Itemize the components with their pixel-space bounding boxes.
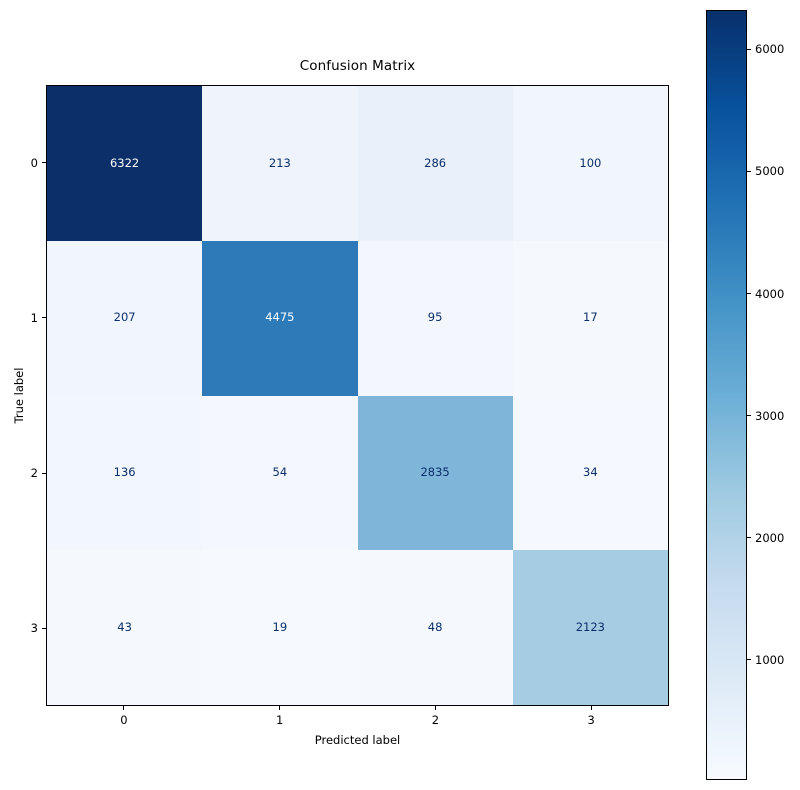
colorbar-tick-label: 3000 <box>755 408 785 423</box>
heatmap-cell: 2123 <box>512 550 668 705</box>
x-tick-label: 1 <box>275 713 284 727</box>
colorbar-tick-mark <box>747 48 751 50</box>
heatmap-cell: 34 <box>512 395 668 551</box>
x-tick-mark <box>279 706 281 710</box>
heatmap-grid: 6322 213 286 100 207 4475 95 17 136 54 2835 34 43 19 4… <box>47 86 668 705</box>
colorbar-tick-label: 4000 <box>755 286 785 301</box>
y-tick-label: 3 <box>30 621 38 636</box>
heatmap-cell-value: 286 <box>424 155 447 170</box>
colorbar-tick-label: 5000 <box>755 164 785 179</box>
heatmap-cell: 136 <box>47 395 203 551</box>
colorbar-tick-mark <box>747 170 751 172</box>
heatmap-cell: 4475 <box>202 240 358 396</box>
colorbar-tick-mark <box>747 293 751 295</box>
y-tick-label: 0 <box>30 155 38 170</box>
heatmap-cell-value: 207 <box>113 310 136 325</box>
y-tick-mark <box>42 472 46 474</box>
x-tick-mark <box>590 706 592 710</box>
y-tick-mark <box>42 162 46 164</box>
heatmap-cell: 54 <box>202 395 358 551</box>
x-tick-label: 2 <box>431 713 440 727</box>
heatmap-cell: 213 <box>202 86 358 241</box>
heatmap-cell: 17 <box>512 240 668 396</box>
x-axis-label: Predicted label <box>314 733 401 747</box>
x-tick-label: 0 <box>120 713 128 727</box>
heatmap-cell-value: 6322 <box>109 155 140 170</box>
x-tick-label: 3 <box>587 713 595 727</box>
colorbar-tick-mark <box>747 415 751 417</box>
y-tick-mark <box>42 627 46 629</box>
x-tick-mark <box>434 706 436 710</box>
heatmap-axes: 6322 213 286 100 207 4475 95 17 136 54 2835 34 43 19 4… <box>46 85 669 706</box>
colorbar-tick-mark <box>747 659 751 661</box>
confusion-matrix-figure: Confusion Matrix 6322 213 286 100 207 4475 95 1… <box>0 0 800 790</box>
colorbar-tick-label: 2000 <box>755 530 785 545</box>
heatmap-cell-value: 4475 <box>265 310 295 325</box>
colorbar-tick-label: 6000 <box>755 42 785 57</box>
heatmap-cell-value: 136 <box>113 465 136 480</box>
colorbar-gradient <box>707 11 746 779</box>
heatmap-cell: 2835 <box>357 395 513 551</box>
colorbar-tick-mark <box>747 537 751 539</box>
heatmap-cell: 6322 <box>47 86 203 241</box>
heatmap-cell-value: 48 <box>427 619 443 634</box>
colorbar-tick-label: 1000 <box>755 652 785 667</box>
y-tick-label: 2 <box>30 466 38 481</box>
chart-title: Confusion Matrix <box>299 58 416 74</box>
heatmap-cell: 48 <box>357 550 513 705</box>
heatmap-cell-value: 95 <box>427 310 443 325</box>
heatmap-cell-value: 2835 <box>420 465 450 480</box>
colorbar <box>706 10 747 780</box>
heatmap-cell-value: 17 <box>583 310 598 325</box>
y-tick-mark <box>42 317 46 319</box>
heatmap-cell: 207 <box>47 240 203 396</box>
heatmap-cell-value: 19 <box>272 619 288 634</box>
heatmap-cell: 19 <box>202 550 358 705</box>
heatmap-cell: 95 <box>357 240 513 396</box>
heatmap-cell-value: 54 <box>272 465 288 480</box>
y-axis-label: True label <box>12 367 26 424</box>
heatmap-cell-value: 100 <box>579 155 602 170</box>
y-tick-label: 1 <box>30 310 38 325</box>
heatmap-cell: 100 <box>512 86 668 241</box>
heatmap-cell-value: 2123 <box>575 619 606 634</box>
heatmap-cell-value: 213 <box>268 155 291 170</box>
heatmap-cell-value: 34 <box>583 465 598 480</box>
heatmap-cell: 43 <box>47 550 203 705</box>
heatmap-cell: 286 <box>357 86 513 241</box>
x-tick-mark <box>123 706 125 710</box>
heatmap-cell-value: 43 <box>117 619 132 634</box>
